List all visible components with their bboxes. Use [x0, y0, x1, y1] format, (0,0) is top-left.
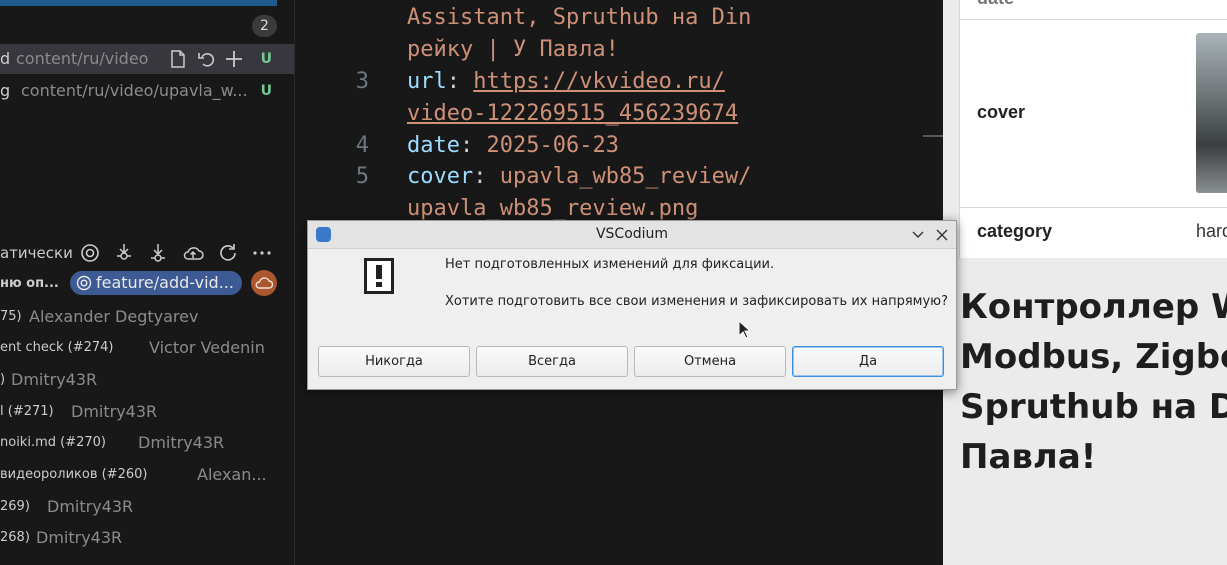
commit-row[interactable]: 75) Alexander Degtyarev	[0, 301, 294, 332]
article-title: Контроллер W Modbus, Zigbee Spruthub на …	[960, 287, 1227, 477]
commit-row[interactable]: ent check (#274) Victor Vedenin	[0, 332, 294, 363]
changes-count-badge: 2	[252, 15, 277, 37]
commit-author: Dmitry43R	[71, 402, 158, 421]
commit-message: )	[0, 372, 6, 387]
commit-message: l (#271)	[0, 404, 54, 419]
line-number: 4	[355, 133, 369, 158]
chevron-down-icon[interactable]	[908, 225, 928, 245]
more-actions-icon[interactable]	[252, 243, 272, 271]
commit-message: 268)	[0, 530, 30, 545]
code-line: рейку | У Павла!	[407, 37, 619, 62]
code-line: cover: upavla_wb85_review/	[407, 164, 752, 189]
commit-row[interactable]: видеороликов (#260) Alexan...	[0, 459, 294, 490]
branch-badge[interactable]: feature/add-vid...	[70, 271, 242, 295]
changed-file-row[interactable]: g content/ru/video/upavla_w... U	[0, 76, 294, 106]
confirm-dialog: VSCodium Нет подготовленных изменений дл…	[307, 220, 957, 390]
commit-row[interactable]: ) Dmitry43R	[0, 364, 294, 395]
url-link[interactable]: video-122269515_456239674	[407, 101, 738, 126]
code-line: url: https://vkvideo.ru/	[407, 69, 725, 94]
close-icon[interactable]	[932, 225, 952, 245]
commit-author: Dmitry43R	[11, 370, 98, 389]
commit-message: ню оп...	[0, 276, 59, 291]
commit-message: 75)	[0, 309, 22, 324]
file-name: g	[0, 81, 11, 100]
commit-author: Alexander Degtyarev	[29, 307, 199, 326]
commit-message: 269)	[0, 499, 30, 514]
table-key: date	[977, 0, 1014, 9]
pull-icon[interactable]	[148, 243, 168, 271]
commit-row[interactable]: l (#271) Dmitry43R	[0, 396, 294, 427]
exclamation-icon	[364, 258, 394, 294]
mouse-pointer-icon	[738, 319, 752, 344]
open-file-icon[interactable]	[168, 49, 188, 69]
scrollbar-marker[interactable]	[923, 135, 943, 137]
untracked-status: U	[260, 83, 272, 99]
graph-section-header[interactable]: атически	[0, 240, 294, 266]
commit-row[interactable]: noiki.md (#270) Dmitry43R	[0, 427, 294, 458]
code-line: upavla_wb85_review.png	[407, 196, 699, 221]
table-value: hard	[1196, 221, 1227, 241]
dialog-title: VSCodium	[595, 226, 669, 242]
discard-changes-icon[interactable]	[196, 49, 216, 69]
commit-author: Dmitry43R	[36, 528, 123, 547]
commit-row[interactable]: 268) Dmitry43R	[0, 522, 294, 553]
yes-button[interactable]: Да	[792, 346, 944, 377]
commit-message: видеороликов (#260)	[0, 467, 148, 482]
table-key: cover	[977, 102, 1026, 122]
remote-cloud-icon	[251, 270, 277, 296]
file-path: content/ru/video	[16, 49, 149, 68]
commit-message: ent check (#274)	[0, 340, 114, 355]
branch-name: feature/add-vid...	[96, 273, 234, 292]
dialog-message: Нет подготовленных изменений для фиксаци…	[445, 257, 775, 272]
graph-header-label: атически	[0, 244, 73, 262]
fetch-icon[interactable]	[114, 243, 134, 271]
code-line: video-122269515_456239674	[407, 101, 738, 126]
refresh-icon[interactable]	[218, 243, 238, 271]
commit-author: Dmitry43R	[138, 433, 225, 452]
stage-changes-icon[interactable]	[224, 49, 244, 69]
commit-row[interactable]: 269) Dmitry43R	[0, 491, 294, 522]
line-number: 3	[355, 69, 369, 94]
commit-message: noiki.md (#270)	[0, 435, 106, 450]
cover-image	[1196, 33, 1227, 193]
code-line: Assistant, Spruthub на Din	[407, 5, 752, 30]
target-icon[interactable]	[80, 243, 100, 271]
code-line: date: 2025-06-23	[407, 133, 619, 158]
url-link[interactable]: https://vkvideo.ru/	[473, 69, 725, 94]
commit-author: Victor Vedenin	[149, 338, 265, 357]
commit-button-edge[interactable]	[0, 0, 277, 6]
target-icon	[76, 275, 92, 291]
dialog-question: Хотите подготовить все свои изменения и …	[445, 294, 948, 309]
file-path: content/ru/video/upavla_w...	[21, 81, 248, 100]
push-cloud-icon[interactable]	[182, 243, 204, 271]
commit-author: Alexan...	[197, 465, 267, 484]
source-control-panel: 2 d content/ru/video U g content/ru/vide…	[0, 0, 295, 565]
line-number: 5	[355, 164, 369, 189]
cancel-button[interactable]: Отмена	[634, 346, 786, 377]
frontmatter-table: date cover category hard	[959, 0, 1227, 258]
commit-author: Dmitry43R	[47, 497, 134, 516]
changed-file-row[interactable]: d content/ru/video U	[0, 44, 294, 74]
untracked-status: U	[260, 51, 272, 67]
table-key: category	[977, 221, 1053, 241]
commit-row[interactable]: ню оп... feature/add-vid...	[0, 268, 294, 299]
file-name: d	[0, 49, 11, 68]
always-button[interactable]: Всегда	[476, 346, 628, 377]
never-button[interactable]: Никогда	[318, 346, 470, 377]
